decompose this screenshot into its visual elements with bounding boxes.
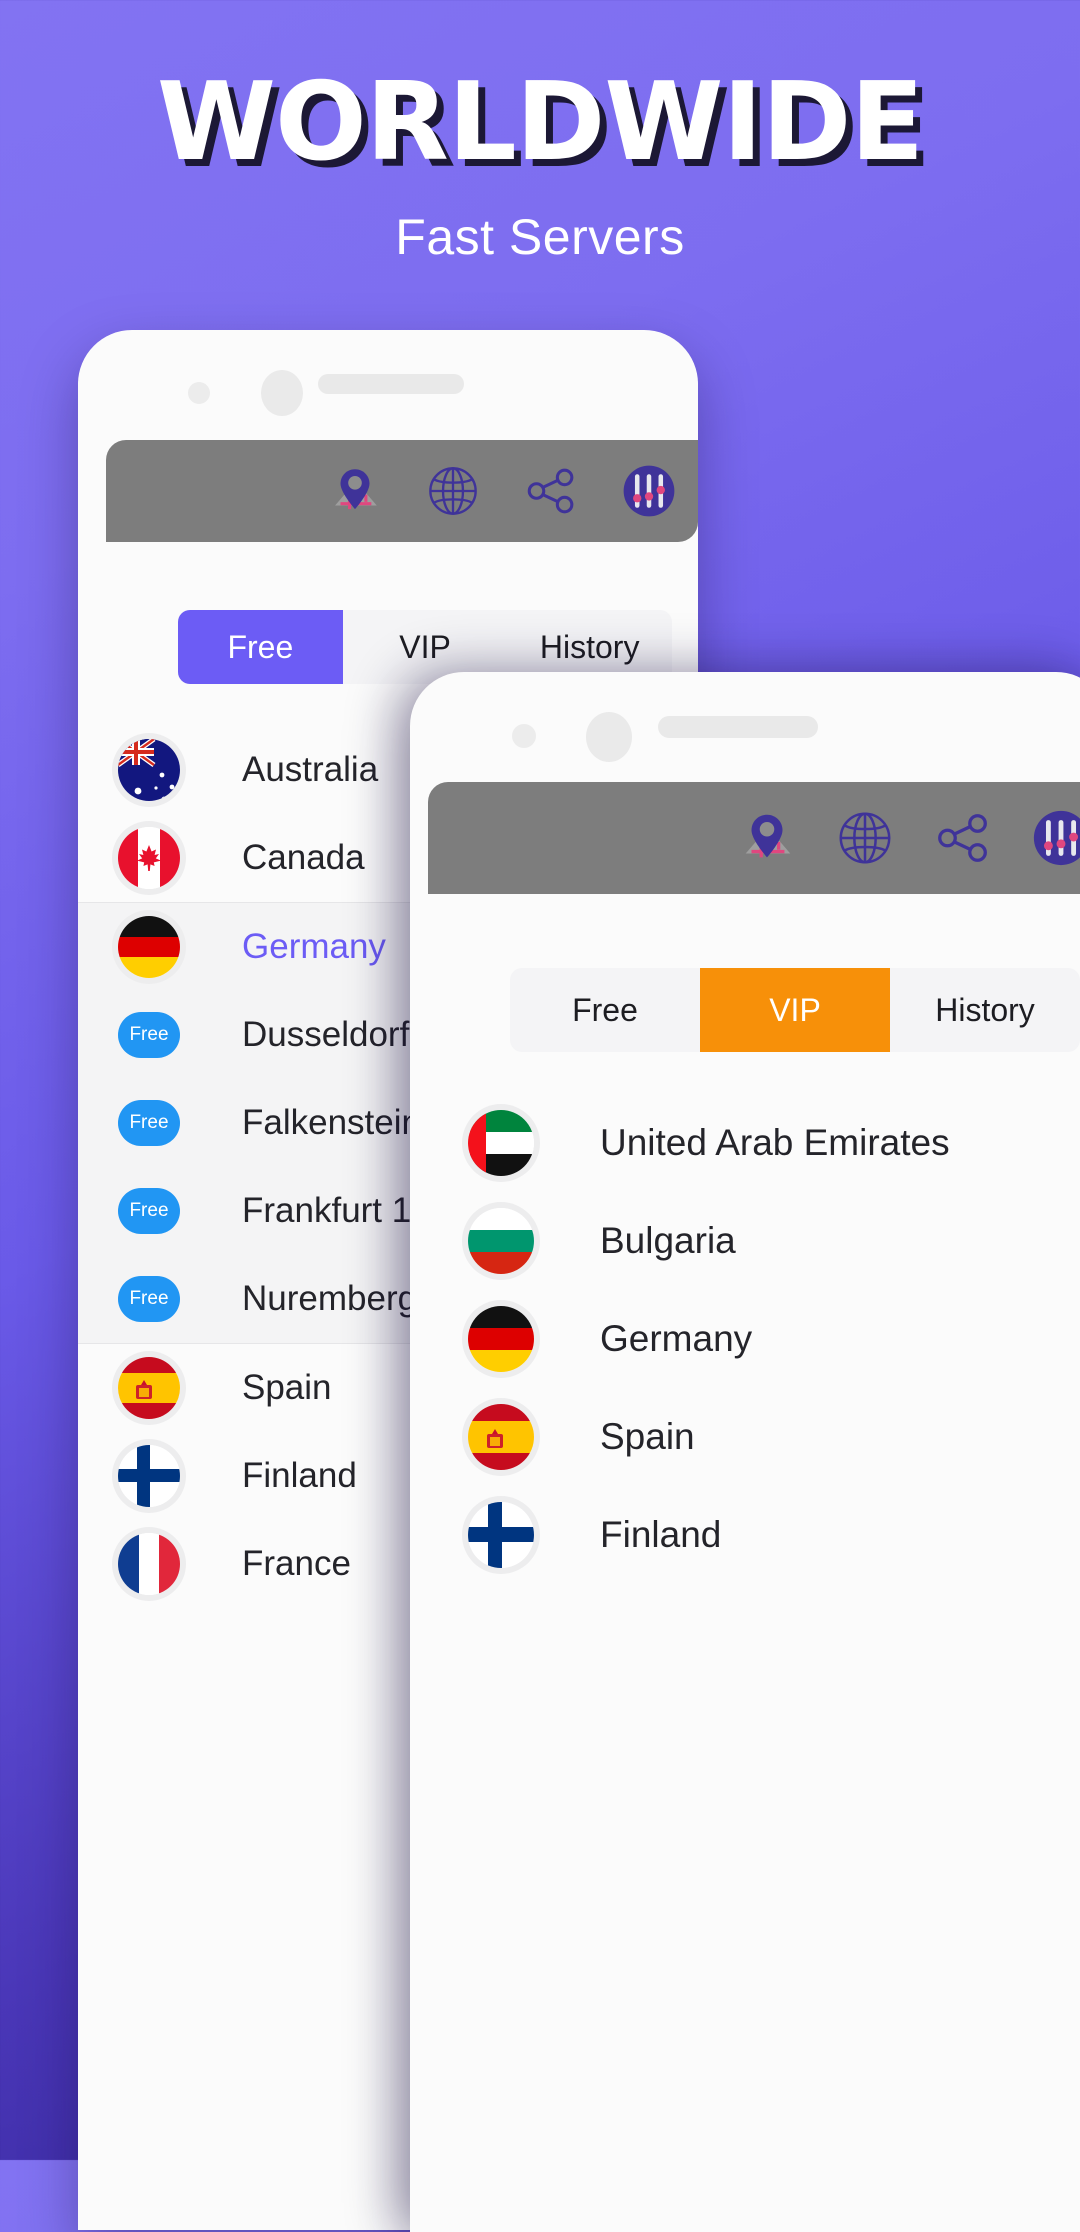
globe-icon[interactable] [422,460,484,522]
flag-icon-ae [468,1110,534,1176]
flag-icon-fi [118,1445,180,1507]
list-item[interactable]: United Arab Emirates [410,1094,1080,1192]
page-subtitle: Fast Servers [395,209,685,265]
free-badge: Free [118,1188,180,1234]
app-action-bar [106,440,698,542]
phone-bezel [78,330,698,440]
server-name: Finland [242,1456,357,1495]
speaker-grille [318,374,464,394]
flag-icon-ca [118,827,180,889]
flag-icon-es [468,1404,534,1470]
share-icon[interactable] [520,460,582,522]
app-action-bar [428,782,1080,894]
promo-graphic: WORLDWIDE Fast Servers Free VIP History … [0,0,1080,2232]
front-camera-icon [586,712,632,762]
flag-icon-fr [118,1533,180,1595]
free-badge: Free [118,1012,180,1058]
server-name: Germany [600,1318,753,1359]
server-name: Australia [242,750,379,789]
settings-sliders-icon[interactable] [1030,807,1080,869]
server-name: Bulgaria [600,1220,736,1261]
tab-history[interactable]: History [890,968,1080,1052]
server-name: Finland [600,1514,722,1555]
server-name: France [242,1544,351,1583]
share-icon[interactable] [932,807,994,869]
flag-icon-es [118,1357,180,1419]
server-list-2: United Arab Emirates Bulgaria Germany Sp… [410,1094,1080,1584]
phone-bezel [410,672,1080,782]
server-name: Dusseldorf 1 [242,1015,439,1054]
sensor-dot-icon [188,382,210,404]
server-name: Spain [242,1368,332,1407]
phone-mockup-secondary: Free VIP History United Arab Emirates Bulg… [410,672,1080,2232]
sensor-dot-icon [512,724,536,748]
server-tab-bar-2: Free VIP History [510,968,1080,1052]
flag-icon-de [468,1306,534,1372]
list-item[interactable]: Germany [410,1290,1080,1388]
server-name: United Arab Emirates [600,1122,950,1163]
front-camera-icon [261,370,303,416]
map-pin-icon[interactable] [736,807,798,869]
free-badge: Free [118,1276,180,1322]
flag-icon-de [118,916,180,978]
tab-vip[interactable]: VIP [700,968,890,1052]
speaker-grille [658,716,818,738]
list-item[interactable]: Bulgaria [410,1192,1080,1290]
map-pin-icon[interactable] [324,460,386,522]
server-name: Frankfurt 1 [242,1191,412,1230]
flag-icon-bg [468,1208,534,1274]
tab-free[interactable]: Free [178,610,343,684]
tab-free[interactable]: Free [510,968,700,1052]
server-name: Germany [242,927,386,966]
settings-sliders-icon[interactable] [618,460,680,522]
list-item[interactable]: Finland [410,1486,1080,1584]
server-name: Canada [242,838,365,877]
flag-icon-fi [468,1502,534,1568]
free-badge: Free [118,1100,180,1146]
page-title: WORLDWIDE [156,60,924,185]
globe-icon[interactable] [834,807,896,869]
server-name: Spain [600,1416,695,1457]
flag-icon-au [118,739,180,801]
list-item[interactable]: Spain [410,1388,1080,1486]
